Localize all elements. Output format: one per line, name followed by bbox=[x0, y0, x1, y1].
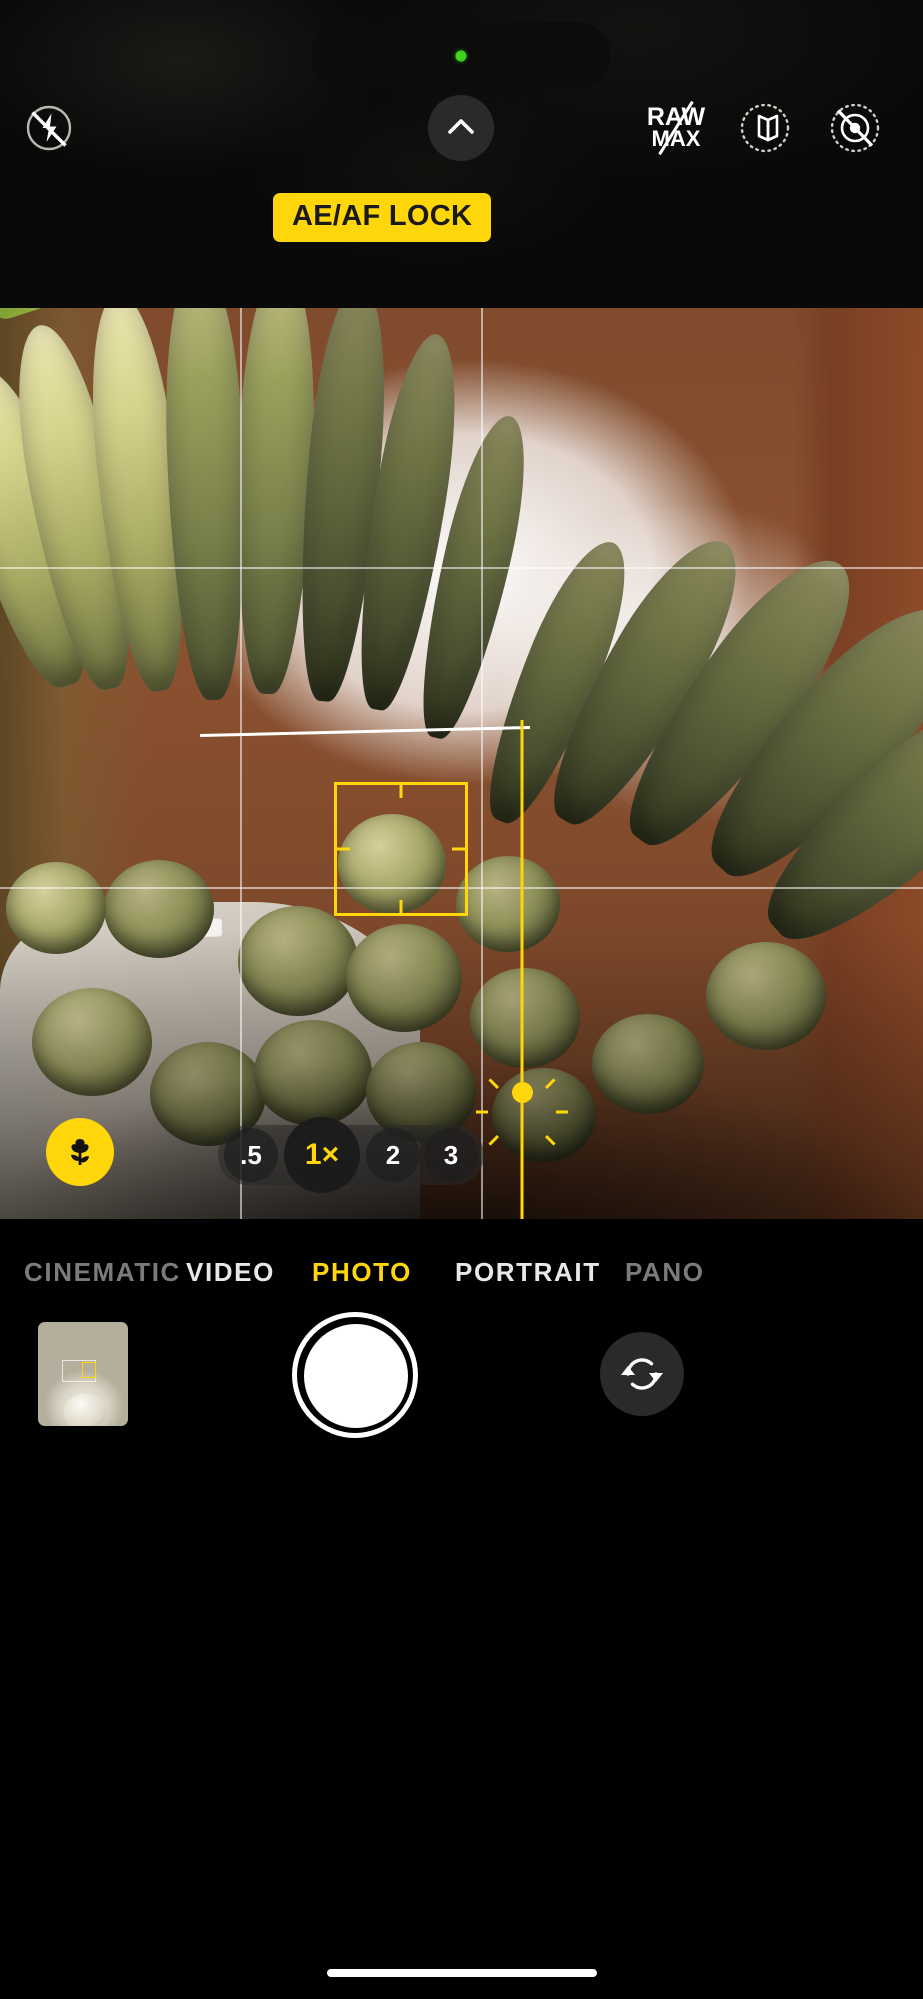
mode-cinematic[interactable]: CINEMATIC bbox=[24, 1257, 181, 1288]
mode-pano[interactable]: PANO bbox=[625, 1257, 705, 1288]
thumbnail-focus-frame-accent bbox=[82, 1362, 96, 1378]
sun-icon[interactable] bbox=[476, 1066, 568, 1158]
focus-box-tick-bottom bbox=[399, 900, 403, 916]
camera-app-screen: .5 1× 2 3 RAW MAX AE/AF LOCK CINEMATIC V… bbox=[0, 0, 923, 1999]
bottom-control-bar: CINEMATIC VIDEO PHOTO PORTRAIT PANO bbox=[0, 1219, 923, 1999]
exposure-slider[interactable] bbox=[476, 720, 568, 1219]
macro-flower-icon bbox=[71, 1139, 89, 1165]
shutter-button-fill bbox=[304, 1324, 408, 1428]
sun-ray bbox=[476, 1110, 488, 1114]
mode-portrait[interactable]: PORTRAIT bbox=[455, 1257, 601, 1288]
thumbnail-pot bbox=[64, 1394, 106, 1426]
photographic-styles-button[interactable] bbox=[732, 95, 798, 161]
cactus-head bbox=[592, 1014, 704, 1114]
mode-photo[interactable]: PHOTO bbox=[312, 1257, 412, 1288]
camera-in-use-indicator bbox=[455, 50, 467, 62]
cactus-head bbox=[254, 1020, 372, 1126]
chevron-up-icon bbox=[448, 119, 474, 134]
live-photo-off-icon bbox=[830, 103, 880, 153]
cactus-head bbox=[346, 924, 462, 1032]
cactus-head bbox=[32, 988, 152, 1096]
camera-viewfinder[interactable]: .5 1× 2 3 bbox=[0, 242, 923, 1219]
cactus-head bbox=[6, 862, 106, 954]
home-indicator bbox=[326, 1969, 597, 1977]
raw-max-label: RAW MAX bbox=[647, 100, 705, 156]
sun-core bbox=[511, 1081, 533, 1103]
focus-box-tick-top bbox=[399, 782, 403, 798]
exposure-slider-track bbox=[520, 720, 524, 1219]
raw-max-toggle-button[interactable]: RAW MAX bbox=[637, 95, 715, 161]
camera-mode-selector[interactable]: CINEMATIC VIDEO PHOTO PORTRAIT PANO bbox=[0, 1239, 923, 1305]
mode-video[interactable]: VIDEO bbox=[186, 1257, 275, 1288]
flash-off-icon bbox=[26, 105, 72, 151]
flip-camera-icon bbox=[621, 1358, 663, 1390]
shutter-button[interactable] bbox=[292, 1312, 418, 1438]
sun-ray bbox=[520, 1146, 524, 1158]
ae-af-lock-badge[interactable]: AE/AF LOCK bbox=[273, 193, 492, 242]
photo-library-thumbnail[interactable] bbox=[38, 1322, 128, 1426]
focus-box-border bbox=[334, 782, 468, 916]
zoom-option-3x[interactable]: 3 bbox=[424, 1128, 478, 1182]
sun-ray bbox=[556, 1110, 568, 1114]
sun-ray bbox=[520, 1066, 524, 1078]
top-icon-row: RAW MAX bbox=[0, 95, 923, 165]
zoom-option-2x[interactable]: 2 bbox=[366, 1128, 420, 1182]
zoom-option-0_5x[interactable]: .5 bbox=[224, 1128, 278, 1182]
focus-box-tick-right bbox=[452, 847, 468, 851]
zoom-option-1x[interactable]: 1× bbox=[284, 1117, 360, 1193]
zoom-control[interactable]: .5 1× 2 3 bbox=[218, 1117, 484, 1193]
macro-toggle-button[interactable] bbox=[46, 1118, 114, 1186]
cactus-head bbox=[238, 906, 358, 1016]
cactus-head bbox=[104, 860, 214, 958]
focus-exposure-box[interactable] bbox=[334, 782, 468, 916]
flip-camera-button[interactable] bbox=[600, 1332, 684, 1416]
cactus-head bbox=[706, 942, 826, 1050]
dynamic-island bbox=[311, 22, 611, 90]
flash-toggle-button[interactable] bbox=[16, 95, 82, 161]
focus-box-tick-left bbox=[334, 847, 350, 851]
expand-controls-button[interactable] bbox=[428, 95, 494, 161]
live-photo-toggle-button[interactable] bbox=[822, 95, 888, 161]
photographic-styles-icon bbox=[740, 103, 790, 153]
